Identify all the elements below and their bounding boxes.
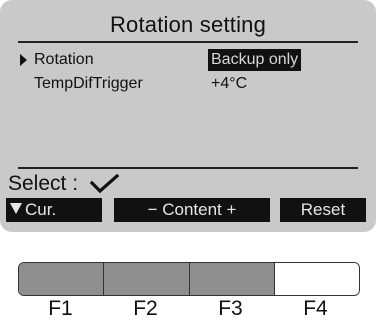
f3-button[interactable]	[189, 263, 275, 295]
setting-label: Rotation	[34, 51, 94, 68]
function-button-labels: F1 F2 F3 F4	[18, 297, 358, 321]
softkey-cursor-label: Cur.	[25, 200, 57, 219]
f1-label: F1	[48, 297, 73, 320]
f4-label: F4	[303, 297, 328, 320]
f3-label: F3	[218, 297, 243, 320]
f2-button[interactable]	[104, 263, 190, 295]
softkey-cursor: Cur.	[6, 198, 102, 222]
setting-row-tempdiftrigger[interactable]: TempDifTrigger +4°C	[18, 73, 358, 95]
select-prompt: Select :	[8, 172, 79, 195]
down-arrow-icon	[10, 203, 22, 214]
title-divider	[18, 41, 358, 43]
f2-label: F2	[133, 297, 158, 320]
softkey-reset: Reset	[280, 198, 366, 222]
f1-button[interactable]	[19, 263, 105, 295]
cursor-arrow-icon	[20, 54, 27, 66]
footer-divider	[18, 167, 358, 169]
setting-label: TempDifTrigger	[34, 75, 143, 92]
checkmark-icon	[90, 174, 120, 194]
setting-value-selected[interactable]: Backup only	[208, 49, 302, 71]
setting-value[interactable]: +4°C	[208, 73, 250, 95]
screen-title: Rotation setting	[109, 12, 267, 37]
f4-button[interactable]	[274, 263, 359, 295]
function-button-bar	[18, 262, 360, 296]
lcd-screen: Rotation setting Rotation Backup only Te…	[0, 0, 376, 232]
softkey-content: − Content +	[114, 198, 270, 222]
setting-row-rotation[interactable]: Rotation Backup only	[18, 49, 358, 71]
